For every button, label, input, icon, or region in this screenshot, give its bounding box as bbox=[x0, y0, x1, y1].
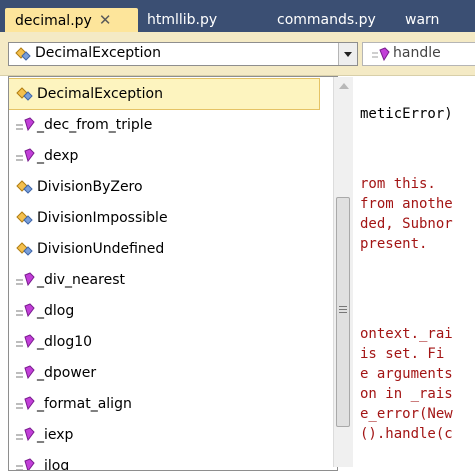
list-item-label: _dexp bbox=[37, 148, 79, 164]
list-item[interactable]: DivisionUndefined bbox=[9, 234, 319, 264]
function-icon bbox=[16, 458, 35, 470]
list-item-label: _dpower bbox=[37, 365, 97, 381]
list-item-label: _dlog bbox=[37, 303, 75, 319]
code-line: ded, Subnor bbox=[360, 216, 453, 232]
code-line: ontext._rai bbox=[360, 326, 453, 342]
code-line: e_error(New bbox=[360, 406, 453, 422]
class-icon bbox=[15, 47, 31, 61]
scrollbar-thumb[interactable] bbox=[336, 197, 350, 427]
list-item[interactable]: _dlog10 bbox=[9, 327, 319, 357]
dropdown-scrollbar[interactable] bbox=[333, 77, 353, 467]
class-icon bbox=[16, 180, 33, 194]
tab-label: warn bbox=[405, 12, 440, 28]
type-dropdown-list[interactable]: DecimalException _dec_from_triple _dexp … bbox=[8, 76, 338, 471]
list-item[interactable]: _dec_from_triple bbox=[9, 110, 319, 140]
list-item-label: _format_align bbox=[37, 396, 132, 412]
list-item-label: _dlog10 bbox=[37, 334, 93, 350]
list-item[interactable]: _div_nearest bbox=[9, 265, 319, 295]
list-item[interactable]: _format_align bbox=[9, 389, 319, 419]
tab-label: commands.py bbox=[277, 12, 376, 28]
type-selector-value: DecimalException bbox=[35, 45, 161, 61]
list-item[interactable]: _dexp bbox=[9, 141, 319, 171]
navigation-bar: DecimalException handle bbox=[0, 32, 475, 76]
function-icon bbox=[16, 427, 35, 442]
function-icon bbox=[16, 117, 35, 132]
list-item[interactable]: DecimalException bbox=[9, 78, 320, 110]
list-item-label: _dec_from_triple bbox=[37, 117, 153, 133]
tab-commands-py[interactable]: commands.py bbox=[277, 8, 376, 32]
code-line: rom this. bbox=[360, 176, 436, 192]
function-icon bbox=[16, 365, 35, 380]
code-line: e arguments bbox=[360, 366, 453, 382]
list-item-label: DecimalException bbox=[37, 86, 163, 102]
tab-label: htmllib.py bbox=[147, 12, 218, 28]
tab-warn[interactable]: warn bbox=[405, 8, 439, 32]
document-tab-bar: decimal.py ✕ htmllib.py commands.py warn bbox=[0, 0, 475, 32]
code-line: on in _rais bbox=[360, 386, 453, 402]
code-line: meticError) bbox=[360, 106, 453, 122]
tab-decimal-py[interactable]: decimal.py ✕ bbox=[5, 8, 138, 32]
grip-line bbox=[339, 309, 347, 310]
code-line: is set. Fi bbox=[360, 346, 445, 362]
list-item-label: _ilog bbox=[37, 458, 70, 471]
function-icon bbox=[16, 303, 35, 318]
function-icon bbox=[16, 272, 35, 287]
code-line: ().handle(c bbox=[360, 426, 453, 442]
class-icon bbox=[16, 242, 33, 256]
type-selector-dropdown[interactable]: DecimalException bbox=[8, 42, 358, 66]
function-icon bbox=[16, 334, 35, 349]
scroll-up-arrow-icon[interactable] bbox=[339, 83, 349, 89]
list-item[interactable]: DivisionImpossible bbox=[9, 203, 319, 233]
function-icon bbox=[16, 148, 35, 163]
list-item-label: DivisionImpossible bbox=[37, 210, 168, 226]
list-item-label: _div_nearest bbox=[37, 272, 125, 288]
member-selector-value: handle bbox=[393, 45, 441, 61]
member-selector-dropdown[interactable]: handle bbox=[362, 42, 475, 66]
list-item-label: DivisionUndefined bbox=[37, 241, 165, 257]
code-line: present. bbox=[360, 236, 428, 252]
list-item[interactable]: _ilog bbox=[9, 451, 319, 471]
function-icon bbox=[16, 396, 35, 411]
list-item-label: _iexp bbox=[37, 427, 74, 443]
close-icon[interactable]: ✕ bbox=[99, 8, 112, 32]
list-item[interactable]: DivisionByZero bbox=[9, 172, 319, 202]
code-line: from anothe bbox=[360, 196, 453, 212]
list-item-label: DivisionByZero bbox=[37, 179, 143, 195]
list-item[interactable]: _dpower bbox=[9, 358, 319, 388]
list-item[interactable]: _dlog bbox=[9, 296, 319, 326]
grip-line bbox=[339, 306, 347, 307]
class-icon bbox=[16, 211, 33, 225]
tab-label: decimal.py bbox=[15, 13, 92, 29]
chevron-down-icon[interactable] bbox=[338, 43, 357, 65]
tab-htmllib-py[interactable]: htmllib.py bbox=[147, 8, 217, 32]
method-icon bbox=[372, 47, 390, 62]
list-item[interactable]: _iexp bbox=[9, 420, 319, 450]
class-icon bbox=[16, 87, 33, 101]
grip-line bbox=[339, 312, 347, 313]
